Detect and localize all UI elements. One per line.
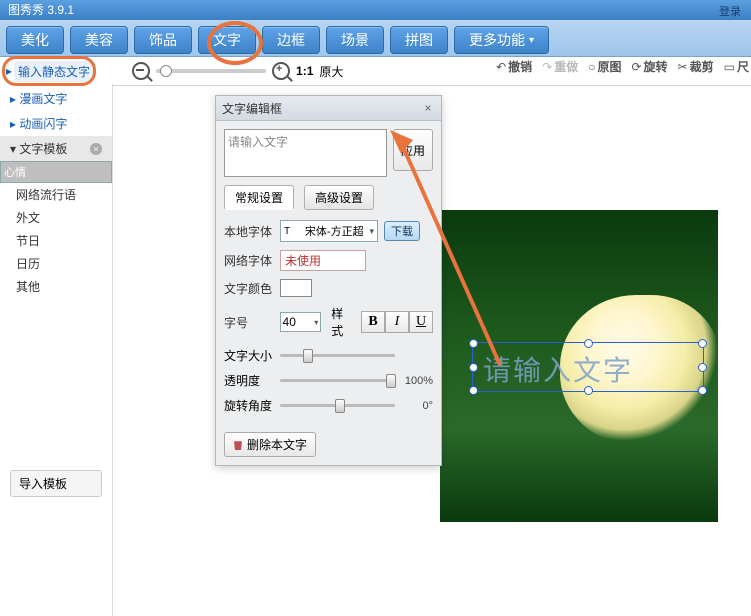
handle-tl[interactable] (469, 339, 478, 348)
sidebar-item-mood[interactable]: 心情 (0, 161, 112, 183)
dialog-titlebar[interactable]: 文字编辑框 × (216, 96, 441, 121)
handle-bm[interactable] (584, 386, 593, 395)
sidebar-item-other[interactable]: 其他 (0, 275, 112, 298)
rotation-value: 0° (401, 400, 433, 412)
tab-beautify[interactable]: 美化 (6, 26, 64, 54)
caret-icon: ▸ (6, 64, 12, 78)
text-selection-box[interactable]: 请输入文字 (472, 342, 704, 392)
zoom-in-icon[interactable] (272, 62, 290, 80)
rotation-label: 旋转角度 (224, 397, 274, 414)
sidebar-item-holiday[interactable]: 节日 (0, 229, 112, 252)
zoom-ratio[interactable]: 1:1 (296, 64, 313, 78)
zoom-slider[interactable] (156, 69, 266, 73)
main-tabs: 美化 美容 饰品 文字 边框 场景 拼图 更多功能 (0, 20, 751, 57)
tab-more[interactable]: 更多功能 (454, 26, 549, 54)
sidebar-item-foreign[interactable]: 外文 (0, 206, 112, 229)
handle-tm[interactable] (584, 339, 593, 348)
ruler-button[interactable]: ▭尺 (724, 58, 749, 75)
close-icon[interactable]: × (90, 143, 102, 155)
tab-scene[interactable]: 场景 (326, 26, 384, 54)
sidebar-item-netslang[interactable]: 网络流行语 (0, 183, 112, 206)
sidebar-item-calendar[interactable]: 日历 (0, 252, 112, 275)
tab-collage[interactable]: 拼图 (390, 26, 448, 54)
handle-ml[interactable] (469, 363, 478, 372)
zoom-controls: 1:1 原大 (132, 62, 343, 80)
app-title: 图秀秀 3.9.1 (8, 3, 74, 17)
import-template-button[interactable]: 导入模板 (10, 470, 102, 497)
style-label: 样式 (331, 305, 355, 339)
font-size-label: 字号 (224, 314, 274, 331)
dialog-close-icon[interactable]: × (421, 101, 435, 115)
canvas-area: 请输入文字 文字编辑框 × 请输入文字 应用 常规设置 高级设置 本地字体 T … (120, 90, 751, 616)
net-font-value[interactable]: 未使用 (280, 250, 366, 271)
text-size-label: 文字大小 (224, 347, 274, 364)
rotation-slider[interactable] (280, 404, 395, 407)
sub-static-text[interactable]: 输入静态文字 (14, 61, 94, 82)
handle-tr[interactable] (698, 339, 707, 348)
dialog-tab-advanced[interactable]: 高级设置 (304, 185, 374, 210)
net-font-label: 网络字体 (224, 252, 274, 269)
text-color-label: 文字颜色 (224, 280, 274, 297)
title-bar: 图秀秀 3.9.1 登录 (0, 0, 751, 20)
opacity-slider[interactable] (280, 379, 395, 382)
tab-text[interactable]: 文字 (198, 26, 256, 54)
underline-button[interactable]: U (409, 311, 433, 333)
bold-button[interactable]: B (361, 311, 385, 333)
undo-button[interactable]: ↶撤销 (496, 58, 532, 75)
download-font-button[interactable]: 下载 (384, 221, 420, 241)
opacity-label: 透明度 (224, 372, 274, 389)
crop-button[interactable]: ✂裁剪 (678, 58, 714, 75)
sidebar-anim-text[interactable]: ▸ 动画闪字 (0, 111, 112, 136)
left-sidebar: ▸ 漫画文字 ▸ 动画闪字 ▾ 文字模板 × 心情 网络流行语 外文 节日 日历… (0, 84, 113, 616)
dialog-title: 文字编辑框 (222, 100, 282, 117)
font-size-select[interactable]: 40 (280, 312, 322, 332)
text-input[interactable]: 请输入文字 (224, 129, 387, 177)
delete-text-button[interactable]: 删除本文字 (224, 432, 316, 457)
rotate-button[interactable]: ⟳旋转 (631, 58, 667, 75)
color-swatch[interactable] (280, 279, 312, 297)
orig-button[interactable]: ○原图 (588, 58, 621, 75)
text-edit-dialog: 文字编辑框 × 请输入文字 应用 常规设置 高级设置 本地字体 T 宋体-方正超… (215, 95, 442, 466)
redo-button: ↷重做 (542, 58, 578, 75)
dialog-tab-basic[interactable]: 常规设置 (224, 185, 294, 210)
tab-decorate[interactable]: 饰品 (134, 26, 192, 54)
tab-frame[interactable]: 边框 (262, 26, 320, 54)
local-font-select[interactable]: T 宋体-方正超 (280, 220, 378, 242)
zoom-out-icon[interactable] (132, 62, 150, 80)
handle-bl[interactable] (469, 386, 478, 395)
local-font-label: 本地字体 (224, 223, 274, 240)
trash-icon (233, 439, 243, 450)
sidebar-comic-text[interactable]: ▸ 漫画文字 (0, 86, 112, 111)
opacity-value: 100% (401, 375, 433, 387)
zoom-origsize[interactable]: 原大 (319, 63, 343, 80)
sidebar-template-header[interactable]: ▾ 文字模板 × (0, 136, 112, 161)
handle-br[interactable] (698, 386, 707, 395)
tab-cosmetic[interactable]: 美容 (70, 26, 128, 54)
text-size-slider[interactable] (280, 354, 395, 357)
login-link[interactable]: 登录 (719, 2, 741, 22)
right-ops: ↶撤销 ↷重做 ○原图 ⟳旋转 ✂裁剪 ▭尺 (496, 58, 749, 75)
handle-mr[interactable] (698, 363, 707, 372)
apply-button[interactable]: 应用 (393, 129, 433, 171)
italic-button[interactable]: I (385, 311, 409, 333)
